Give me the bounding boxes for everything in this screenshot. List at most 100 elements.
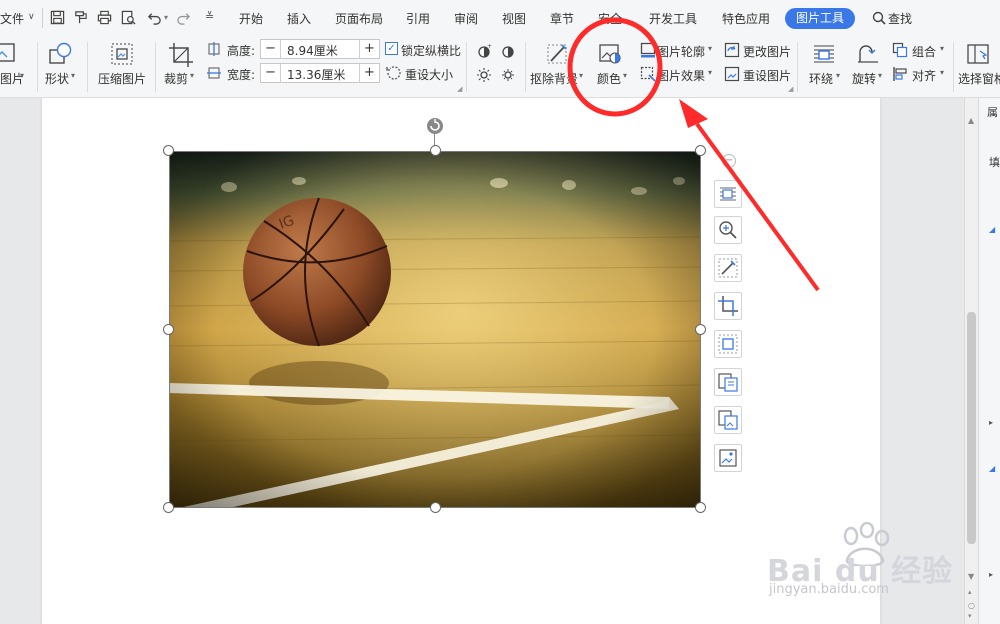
align-dropdown-icon[interactable]: ▾: [940, 68, 944, 77]
tab-home[interactable]: 开始: [239, 10, 263, 27]
tab-special-apps[interactable]: 特色应用: [722, 10, 770, 27]
undo-dropdown-icon[interactable]: ▾: [164, 13, 168, 22]
scroll-thumb[interactable]: [967, 312, 976, 544]
picture-dropdown-icon[interactable]: ▾: [20, 71, 24, 80]
reset-picture-icon[interactable]: [724, 66, 740, 82]
wrap-text-dropdown-icon[interactable]: ▾: [836, 71, 840, 80]
search-icon[interactable]: [872, 11, 886, 25]
redo-icon[interactable]: [176, 10, 191, 25]
change-picture-icon[interactable]: [724, 42, 740, 58]
group-icon[interactable]: [892, 42, 908, 58]
picture-outline-button[interactable]: 图片轮廓: [657, 43, 705, 60]
remove-background-dropdown-icon[interactable]: ▾: [579, 71, 583, 80]
resize-handle-nw[interactable]: [163, 145, 174, 156]
crop-icon[interactable]: [168, 42, 194, 68]
reset-size-button[interactable]: 重设大小: [405, 66, 453, 83]
tab-page-layout[interactable]: 页面布局: [335, 10, 383, 27]
quick-translate-button[interactable]: [714, 406, 742, 434]
format-painter-icon[interactable]: [73, 10, 88, 25]
resize-handle-w[interactable]: [163, 324, 174, 335]
print-preview-icon[interactable]: [121, 10, 136, 25]
tab-security[interactable]: 安全: [598, 10, 622, 27]
customize-quick-access-icon[interactable]: ≚: [205, 10, 214, 23]
tab-references[interactable]: 引用: [406, 10, 430, 27]
resize-handle-e[interactable]: [695, 324, 706, 335]
picture-effects-icon[interactable]: [640, 66, 656, 82]
shape-button[interactable]: 形状: [45, 70, 69, 87]
wrap-text-button[interactable]: 环绕: [809, 70, 833, 87]
rotate-icon[interactable]: [856, 42, 880, 66]
compress-picture-icon[interactable]: [110, 42, 134, 66]
layout-options-button[interactable]: [714, 180, 742, 208]
resize-handle-n[interactable]: [430, 145, 441, 156]
shape-dropdown-icon[interactable]: ▾: [71, 71, 75, 80]
crop-button[interactable]: 裁剪: [164, 70, 188, 87]
compress-picture-button[interactable]: 压缩图片: [98, 70, 146, 87]
collapse-section-icon[interactable]: ◢: [989, 225, 995, 234]
height-stepper[interactable]: − 8.94厘米 +: [260, 39, 380, 59]
zoom-picture-button[interactable]: [714, 216, 742, 244]
tab-developer-tools[interactable]: 开发工具: [649, 10, 697, 27]
resize-handle-sw[interactable]: [163, 502, 174, 513]
select-browse-object-icon[interactable]: ○: [968, 601, 975, 610]
undo-icon[interactable]: [147, 10, 162, 25]
height-increase-button[interactable]: +: [359, 40, 379, 58]
width-stepper[interactable]: − 13.36厘米 +: [260, 63, 380, 83]
rotate-handle-icon[interactable]: [426, 117, 444, 135]
resize-handle-ne[interactable]: [695, 145, 706, 156]
reset-size-icon[interactable]: [386, 65, 402, 81]
lock-ratio-label[interactable]: 锁定纵横比: [401, 42, 461, 59]
quick-compress-button[interactable]: [714, 330, 742, 358]
save-icon[interactable]: [50, 10, 65, 25]
previous-page-icon[interactable]: ▴: [968, 588, 972, 596]
decrease-contrast-icon[interactable]: [500, 43, 516, 59]
picture-style-dialog-launcher-icon[interactable]: ◢: [788, 85, 793, 93]
quick-more-button[interactable]: [714, 444, 742, 472]
tab-file[interactable]: 文件: [0, 10, 24, 27]
tab-picture-tools[interactable]: 图片工具: [785, 8, 855, 29]
lock-ratio-checkbox[interactable]: ✓: [385, 42, 398, 55]
expand-section-icon[interactable]: ▸: [989, 570, 993, 579]
print-icon[interactable]: [97, 10, 112, 25]
quick-crop-button[interactable]: [714, 292, 742, 320]
remove-background-icon[interactable]: [545, 42, 571, 66]
width-decrease-button[interactable]: −: [261, 64, 281, 82]
align-button[interactable]: 对齐: [912, 67, 936, 84]
picture-effects-dropdown-icon[interactable]: ▾: [708, 68, 712, 77]
picture-outline-dropdown-icon[interactable]: ▾: [708, 44, 712, 53]
color-icon[interactable]: [598, 42, 622, 66]
color-button[interactable]: 颜色: [597, 70, 621, 87]
increase-brightness-icon[interactable]: [476, 67, 492, 83]
collapse-section-icon[interactable]: ◢: [989, 464, 995, 473]
size-dialog-launcher-icon[interactable]: ◢: [457, 85, 462, 93]
search-button[interactable]: 查找: [888, 10, 912, 27]
picture-effects-button[interactable]: 图片效果: [657, 67, 705, 84]
group-dropdown-icon[interactable]: ▾: [940, 44, 944, 53]
expand-section-icon[interactable]: ▸: [989, 418, 993, 427]
quick-extract-text-button[interactable]: [714, 368, 742, 396]
increase-contrast-icon[interactable]: +: [476, 43, 492, 59]
selection-pane-button[interactable]: 选择窗格: [958, 70, 1000, 87]
remove-background-button[interactable]: 抠除背景: [530, 70, 578, 87]
picture-icon[interactable]: [0, 42, 20, 64]
shape-icon[interactable]: [48, 42, 74, 66]
decrease-brightness-icon[interactable]: [500, 67, 516, 83]
change-picture-button[interactable]: 更改图片: [743, 43, 791, 60]
wrap-text-icon[interactable]: [812, 42, 836, 66]
chevron-down-icon[interactable]: ∨: [28, 12, 35, 22]
selection-pane-icon[interactable]: [966, 42, 992, 66]
quick-remove-background-button[interactable]: [714, 254, 742, 282]
scroll-up-icon[interactable]: ▲: [968, 116, 974, 125]
align-icon[interactable]: [892, 66, 908, 82]
picture-outline-icon[interactable]: [640, 42, 656, 58]
color-dropdown-icon[interactable]: ▾: [623, 71, 627, 80]
next-page-icon[interactable]: ▾: [968, 612, 972, 620]
crop-dropdown-icon[interactable]: ▾: [190, 71, 194, 80]
width-increase-button[interactable]: +: [359, 64, 379, 82]
rotate-button[interactable]: 旋转: [852, 70, 876, 87]
tab-chapter[interactable]: 章节: [550, 10, 574, 27]
height-input[interactable]: 8.94厘米: [287, 42, 338, 59]
vertical-scrollbar[interactable]: ▲ ▼ ▴ ○ ▾: [964, 98, 978, 624]
reset-picture-button[interactable]: 重设图片: [743, 67, 791, 84]
resize-handle-se[interactable]: [695, 502, 706, 513]
